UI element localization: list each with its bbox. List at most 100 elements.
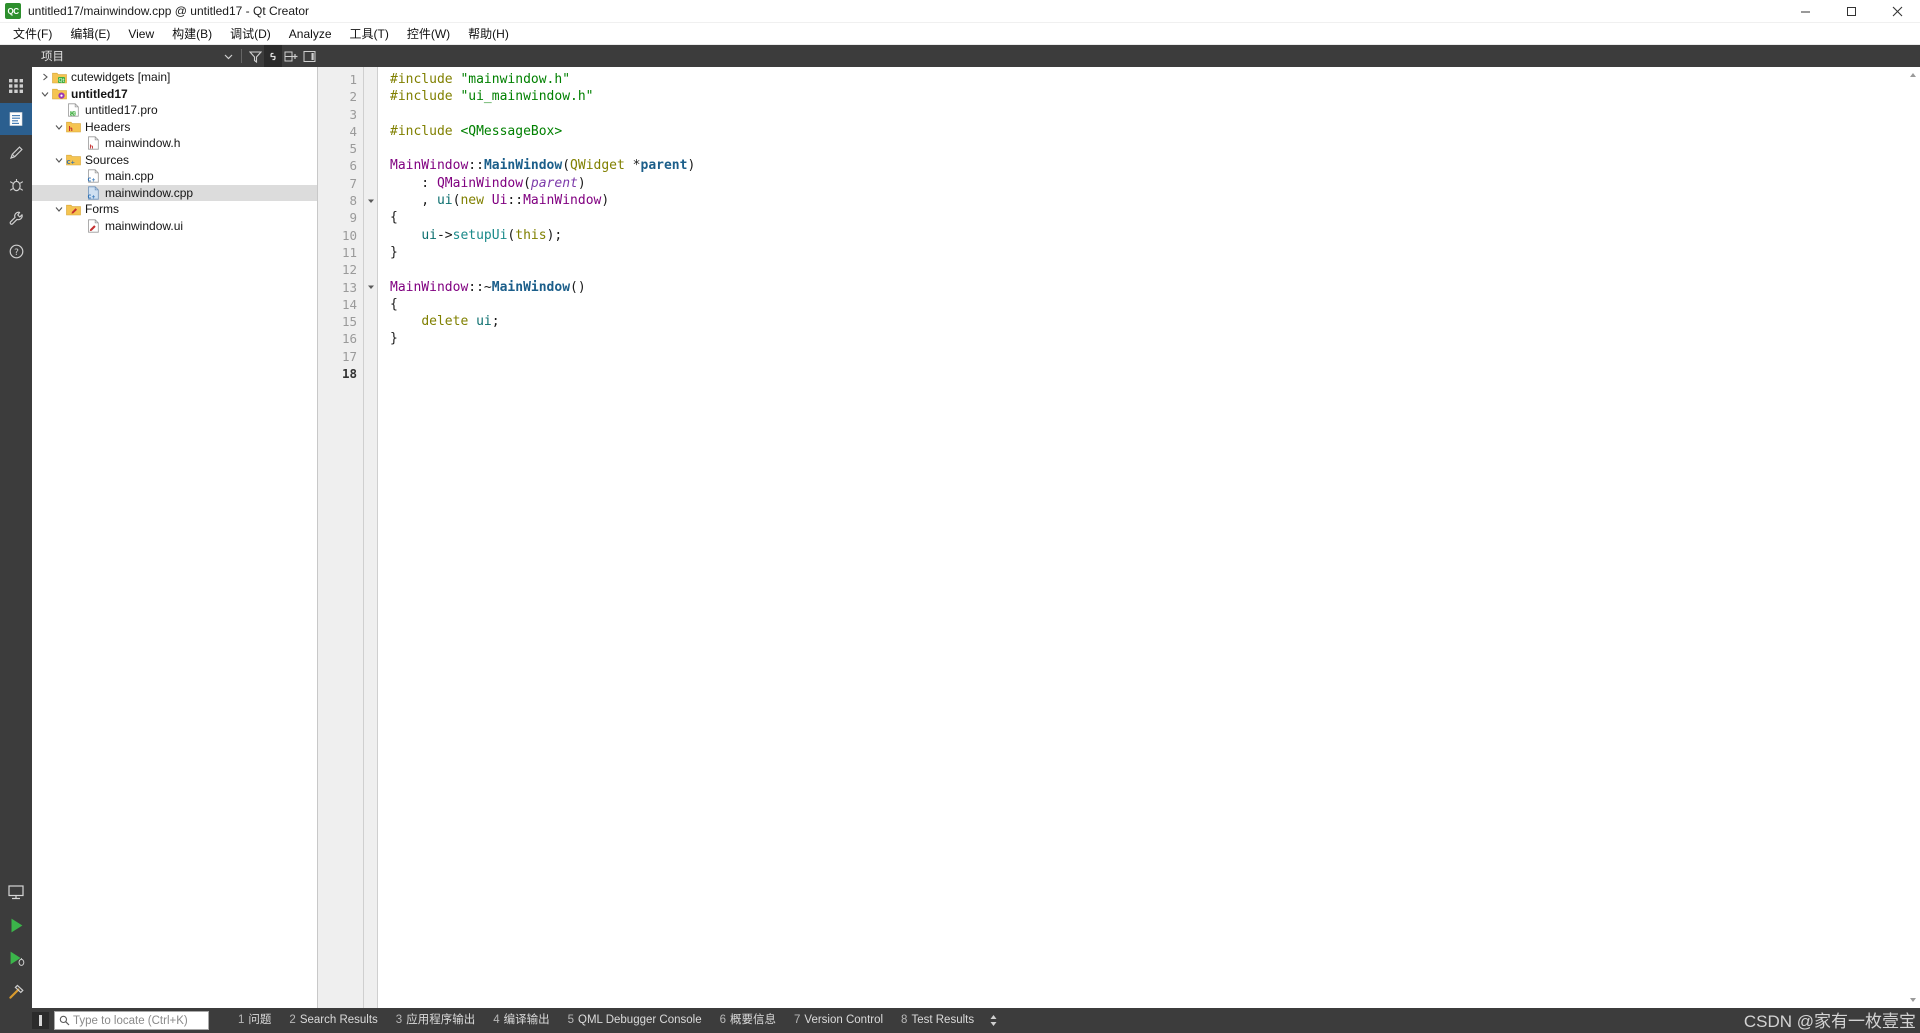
tree-node-cutewidgets[interactable]: Qt cutewidgets [main] (32, 69, 317, 86)
menu-view[interactable]: View (119, 24, 163, 44)
project-tree-panel: Qt cutewidgets [main] untitled17 Qt unti… (32, 67, 318, 1008)
pane-application-output[interactable]: 3 应用程序输出 (387, 1011, 484, 1030)
locator-placeholder: Type to locate (Ctrl+K) (73, 1014, 188, 1027)
code-token: QMainWindow (436, 175, 524, 191)
maximize-button[interactable] (1828, 0, 1874, 23)
menu-build[interactable]: 构建(B) (163, 24, 221, 44)
mode-help[interactable]: ? (0, 235, 32, 267)
line-number: 16 (341, 331, 357, 347)
link-icon[interactable] (264, 45, 282, 67)
run-button[interactable] (0, 909, 32, 941)
tree-node-forms[interactable]: Forms (32, 201, 317, 218)
chevron-down-icon[interactable] (219, 45, 237, 67)
chevron-down-icon[interactable] (52, 119, 65, 135)
pane-qml-debugger-console[interactable]: 5 QML Debugger Console (559, 1011, 711, 1030)
tree-node-mainwindow-h[interactable]: h mainwindow.h (32, 135, 317, 152)
editor-vertical-scrollbar[interactable] (1906, 67, 1920, 1008)
minimize-button[interactable] (1782, 0, 1828, 23)
svg-text:h: h (68, 126, 72, 133)
app-logo-icon: QC (5, 3, 21, 19)
code-line: } (390, 244, 1920, 261)
menu-tools[interactable]: 工具(T) (341, 24, 398, 44)
fold-marker-icon[interactable] (364, 279, 377, 296)
pane-issues[interactable]: 1 问题 (229, 1011, 280, 1030)
mode-design[interactable] (0, 136, 32, 168)
pane-compile-output[interactable]: 4 编译输出 (484, 1011, 558, 1030)
code-line: MainWindow::MainWindow(QWidget *parent) (390, 157, 1920, 174)
code-line: delete ui; (390, 313, 1920, 330)
mode-edit[interactable] (0, 103, 32, 135)
menu-debug[interactable]: 调试(D) (221, 24, 280, 44)
forms-folder-icon (65, 201, 82, 217)
code-token: #include (390, 89, 461, 105)
mode-debug[interactable] (0, 169, 32, 201)
code-line: { (390, 209, 1920, 226)
mode-projects[interactable] (0, 202, 32, 234)
filter-icon[interactable] (246, 45, 264, 67)
tree-node-main-cpp[interactable]: C+ main.cpp (32, 168, 317, 185)
chevron-down-icon[interactable] (52, 201, 65, 217)
tree-node-label: mainwindow.ui (105, 218, 184, 233)
pane-label: 应用程序输出 (406, 1014, 476, 1026)
build-button[interactable] (0, 975, 32, 1007)
code-editor[interactable]: 1 2 3 4 5 6 7 8 9 10 11 12 13 14 15 16 17 18 #include "ma… (318, 67, 1920, 1008)
svg-text:C+: C+ (67, 160, 75, 166)
qt-project-folder-icon (51, 86, 68, 102)
close-button[interactable] (1874, 0, 1920, 23)
tree-node-sources[interactable]: C+ Sources (32, 152, 317, 169)
menu-file[interactable]: 文件(F) (4, 24, 61, 44)
menu-edit[interactable]: 编辑(E) (61, 24, 119, 44)
sidebar-scrollbar[interactable] (314, 67, 317, 1008)
chevron-down-icon[interactable] (38, 86, 51, 102)
code-token: , (390, 193, 437, 209)
tree-node-mainwindow-ui[interactable]: mainwindow.ui (32, 218, 317, 235)
tree-node-label: mainwindow.cpp (105, 185, 194, 200)
pane-label: Search Results (299, 1014, 378, 1026)
pane-version-control[interactable]: 7 Version Control (785, 1011, 892, 1030)
code-token: ::~ (468, 279, 492, 295)
locator-input[interactable]: Type to locate (Ctrl+K) (54, 1011, 209, 1030)
mode-welcome[interactable] (0, 70, 32, 102)
pane-general-messages[interactable]: 6 概要信息 (711, 1011, 785, 1030)
pane-label: 编译输出 (503, 1014, 550, 1026)
tree-node-untitled17[interactable]: untitled17 (32, 86, 317, 103)
project-tree: Qt cutewidgets [main] untitled17 Qt unti… (32, 67, 317, 234)
chevron-right-icon[interactable] (38, 69, 51, 85)
line-number: 4 (349, 123, 357, 139)
toggle-output-icon[interactable] (32, 1012, 49, 1029)
code-token: MainWindow (483, 158, 563, 174)
code-token: { (390, 296, 398, 312)
watermark: CSDN @家有一枚壹宝 (1743, 1012, 1916, 1031)
fold-marker-icon[interactable] (364, 192, 377, 209)
code-token: ui (421, 227, 437, 243)
pane-search-results[interactable]: 2 Search Results (280, 1011, 386, 1030)
menu-help[interactable]: 帮助(H) (459, 24, 518, 44)
hide-sidebar-icon[interactable] (300, 45, 318, 67)
code-token: parent (640, 158, 688, 174)
add-split-icon[interactable] (282, 45, 300, 67)
tree-node-mainwindow-cpp[interactable]: C+ mainwindow.cpp (32, 184, 317, 201)
debug-run-button[interactable] (0, 942, 32, 974)
svg-text:h: h (89, 145, 93, 151)
ui-file-icon (85, 218, 102, 234)
pane-number: 7 (794, 1014, 801, 1026)
updown-arrows-icon[interactable] (989, 1014, 998, 1027)
scroll-up-icon[interactable] (1907, 69, 1919, 81)
pane-test-results[interactable]: 8 Test Results (892, 1011, 983, 1030)
code-text[interactable]: #include "mainwindow.h" #include "ui_main… (378, 67, 1920, 1008)
fold-marker-column[interactable] (364, 67, 378, 1008)
code-token: delete (421, 314, 469, 330)
chevron-down-icon[interactable] (52, 152, 65, 168)
kit-selector-button[interactable] (0, 876, 32, 908)
tree-node-untitled17-pro[interactable]: Qt untitled17.pro (32, 102, 317, 119)
tree-node-headers[interactable]: h Headers (32, 119, 317, 136)
tree-node-label: Sources (85, 152, 130, 167)
menu-widgets[interactable]: 控件(W) (398, 24, 459, 44)
code-token: :: (468, 158, 484, 174)
menu-analyze[interactable]: Analyze (280, 24, 341, 44)
scroll-down-icon[interactable] (1907, 994, 1919, 1006)
code-token: ; (491, 314, 500, 330)
